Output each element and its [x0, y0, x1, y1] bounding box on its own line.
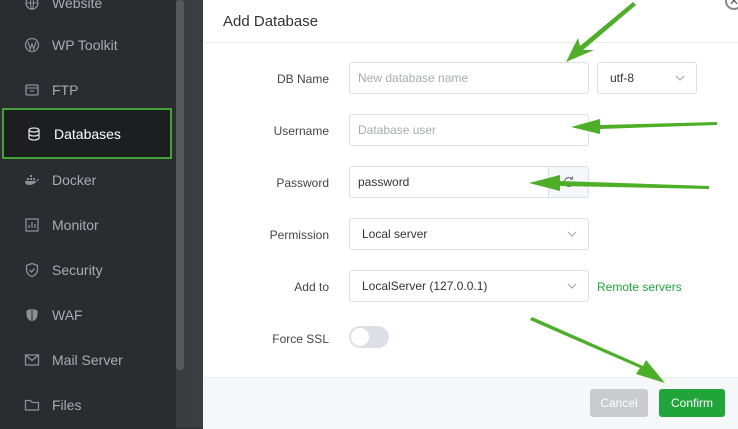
sidebar-scrollbar[interactable] — [176, 0, 184, 370]
db-name-placeholder: New database name — [358, 71, 469, 85]
sidebar-item-label: Docker — [52, 171, 97, 188]
chevron-down-icon — [675, 75, 685, 81]
sidebar-item-label: Mail Server — [52, 351, 123, 368]
sidebar-item-ftp[interactable]: FTP — [0, 67, 176, 112]
ftp-icon — [24, 82, 40, 98]
sidebar: Website WP Toolkit FTP Databases Docker … — [0, 0, 176, 428]
sidebar-item-mail-server[interactable]: Mail Server — [0, 337, 176, 382]
sidebar-item-docker[interactable]: Docker — [0, 157, 176, 202]
db-name-label: DB Name — [276, 72, 329, 86]
sidebar-item-label: FTP — [52, 81, 79, 98]
refresh-icon — [563, 176, 574, 188]
globe-icon — [24, 0, 40, 11]
sidebar-item-databases[interactable]: Databases — [2, 108, 172, 159]
sidebar-item-label: Security — [52, 261, 103, 278]
add-to-value: LocalServer (127.0.0.1) — [362, 279, 488, 293]
add-to-select[interactable]: LocalServer (127.0.0.1) — [349, 270, 589, 302]
folder-icon — [24, 397, 40, 413]
sidebar-item-label: Databases — [54, 125, 121, 142]
shield-icon — [24, 262, 40, 278]
sidebar-item-wp-toolkit[interactable]: WP Toolkit — [0, 22, 176, 67]
username-input[interactable]: Database user — [349, 114, 589, 146]
cancel-button[interactable]: Cancel — [590, 389, 648, 417]
confirm-button[interactable]: Confirm — [659, 389, 725, 417]
sidebar-item-label: Files — [52, 396, 82, 413]
dialog-title: Add Database — [223, 13, 319, 30]
sidebar-item-monitor[interactable]: Monitor — [0, 202, 176, 247]
sidebar-item-label: Monitor — [52, 216, 99, 233]
username-placeholder: Database user — [358, 123, 437, 137]
password-label: Password — [276, 176, 329, 190]
permission-value: Local server — [362, 227, 428, 241]
mail-icon — [24, 352, 40, 368]
database-icon — [26, 126, 42, 142]
sidebar-item-security[interactable]: Security — [0, 247, 176, 292]
overlay-mask — [186, 0, 203, 428]
sidebar-item-files[interactable]: Files — [0, 382, 176, 427]
toggle-knob — [351, 328, 369, 346]
chevron-down-icon — [567, 231, 577, 237]
docker-icon — [24, 172, 40, 188]
monitor-icon — [24, 217, 40, 233]
password-input[interactable]: password — [349, 166, 549, 198]
charset-value: utf-8 — [610, 71, 635, 85]
close-icon: ✕ — [728, 0, 738, 8]
permission-label: Permission — [269, 228, 329, 242]
db-name-input[interactable]: New database name — [349, 62, 589, 94]
sidebar-item-label: WAF — [52, 306, 83, 323]
permission-select[interactable]: Local server — [349, 218, 589, 250]
force-ssl-label: Force SSL — [272, 332, 329, 346]
chevron-down-icon — [567, 283, 577, 289]
charset-select[interactable]: utf-8 — [597, 62, 697, 94]
dialog-footer: Cancel Confirm — [203, 377, 738, 429]
sidebar-item-waf[interactable]: WAF — [0, 292, 176, 337]
sidebar-item-label: WP Toolkit — [52, 36, 118, 53]
waf-shield-icon — [24, 307, 40, 323]
remote-servers-link[interactable]: Remote servers — [597, 280, 682, 294]
regenerate-password-button[interactable] — [548, 166, 589, 198]
force-ssl-toggle[interactable] — [349, 326, 389, 348]
sidebar-item-label: Website — [52, 0, 103, 11]
add-database-dialog: Add Database ✕ DB Name New database name… — [203, 0, 738, 429]
password-value: password — [358, 175, 410, 189]
wordpress-icon — [24, 37, 40, 53]
dialog-header: Add Database — [203, 0, 738, 43]
add-to-label: Add to — [294, 280, 329, 294]
username-label: Username — [273, 124, 329, 138]
